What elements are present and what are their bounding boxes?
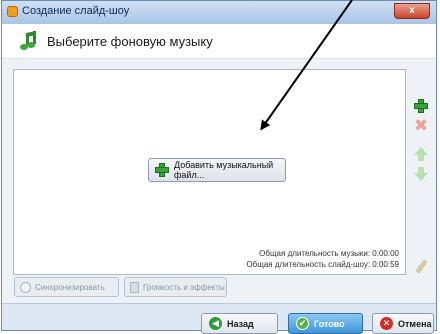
delete-track-button[interactable]: ✖ — [412, 117, 430, 135]
volume-effects-button[interactable]: Громкость и эффекты — [124, 277, 227, 297]
plus-icon — [155, 163, 169, 177]
synchronize-label: Синхронизировать — [35, 282, 105, 292]
dialog-footer: ◀ Назад ✔ Готово ✕ Отмена — [2, 303, 436, 334]
title-bar: Создание слайд-шоу x — [2, 1, 436, 24]
music-note-icon — [20, 31, 36, 50]
page-title: Выберите фоновую музыку — [47, 34, 213, 49]
clear-icon — [414, 258, 428, 274]
cancel-icon: ✕ — [380, 317, 393, 330]
add-icon — [414, 99, 428, 113]
slideshow-dialog: Создание слайд-шоу x Выберите фоновую му… — [1, 0, 437, 334]
music-list[interactable]: Добавить музыкальный файл... Общая длите… — [13, 69, 406, 275]
cancel-label: Отмена — [398, 318, 432, 329]
clear-list-button[interactable] — [412, 257, 430, 275]
wizard-header: Выберите фоновую музыку — [2, 24, 436, 59]
add-music-file-button[interactable]: Добавить музыкальный файл... — [148, 158, 286, 182]
volume-icon — [130, 281, 139, 293]
window-title: Создание слайд-шоу — [22, 5, 130, 17]
synchronize-button[interactable]: Синхронизировать — [14, 277, 119, 297]
sync-icon — [20, 281, 31, 293]
dialog-body: Добавить музыкальный файл... Общая длите… — [2, 59, 436, 334]
done-label: Готово — [314, 318, 345, 329]
add-music-file-label: Добавить музыкальный файл... — [174, 160, 274, 180]
add-track-button[interactable] — [412, 97, 430, 115]
move-down-button[interactable] — [412, 165, 430, 183]
checkmark-icon: ✔ — [296, 317, 309, 330]
music-duration-text: Общая длительность музыки: 0:00:00 — [259, 249, 399, 258]
close-button[interactable]: x — [394, 3, 430, 19]
back-arrow-icon: ◀ — [209, 317, 222, 330]
move-down-icon — [414, 167, 428, 181]
back-label: Назад — [227, 318, 254, 329]
delete-icon: ✖ — [413, 116, 429, 135]
volume-effects-label: Громкость и эффекты — [143, 282, 225, 292]
app-icon — [7, 6, 18, 17]
move-up-button[interactable] — [412, 145, 430, 163]
move-up-icon — [414, 147, 428, 161]
slideshow-duration-text: Общая длительность слайд-шоу: 0:00:59 — [246, 260, 399, 269]
